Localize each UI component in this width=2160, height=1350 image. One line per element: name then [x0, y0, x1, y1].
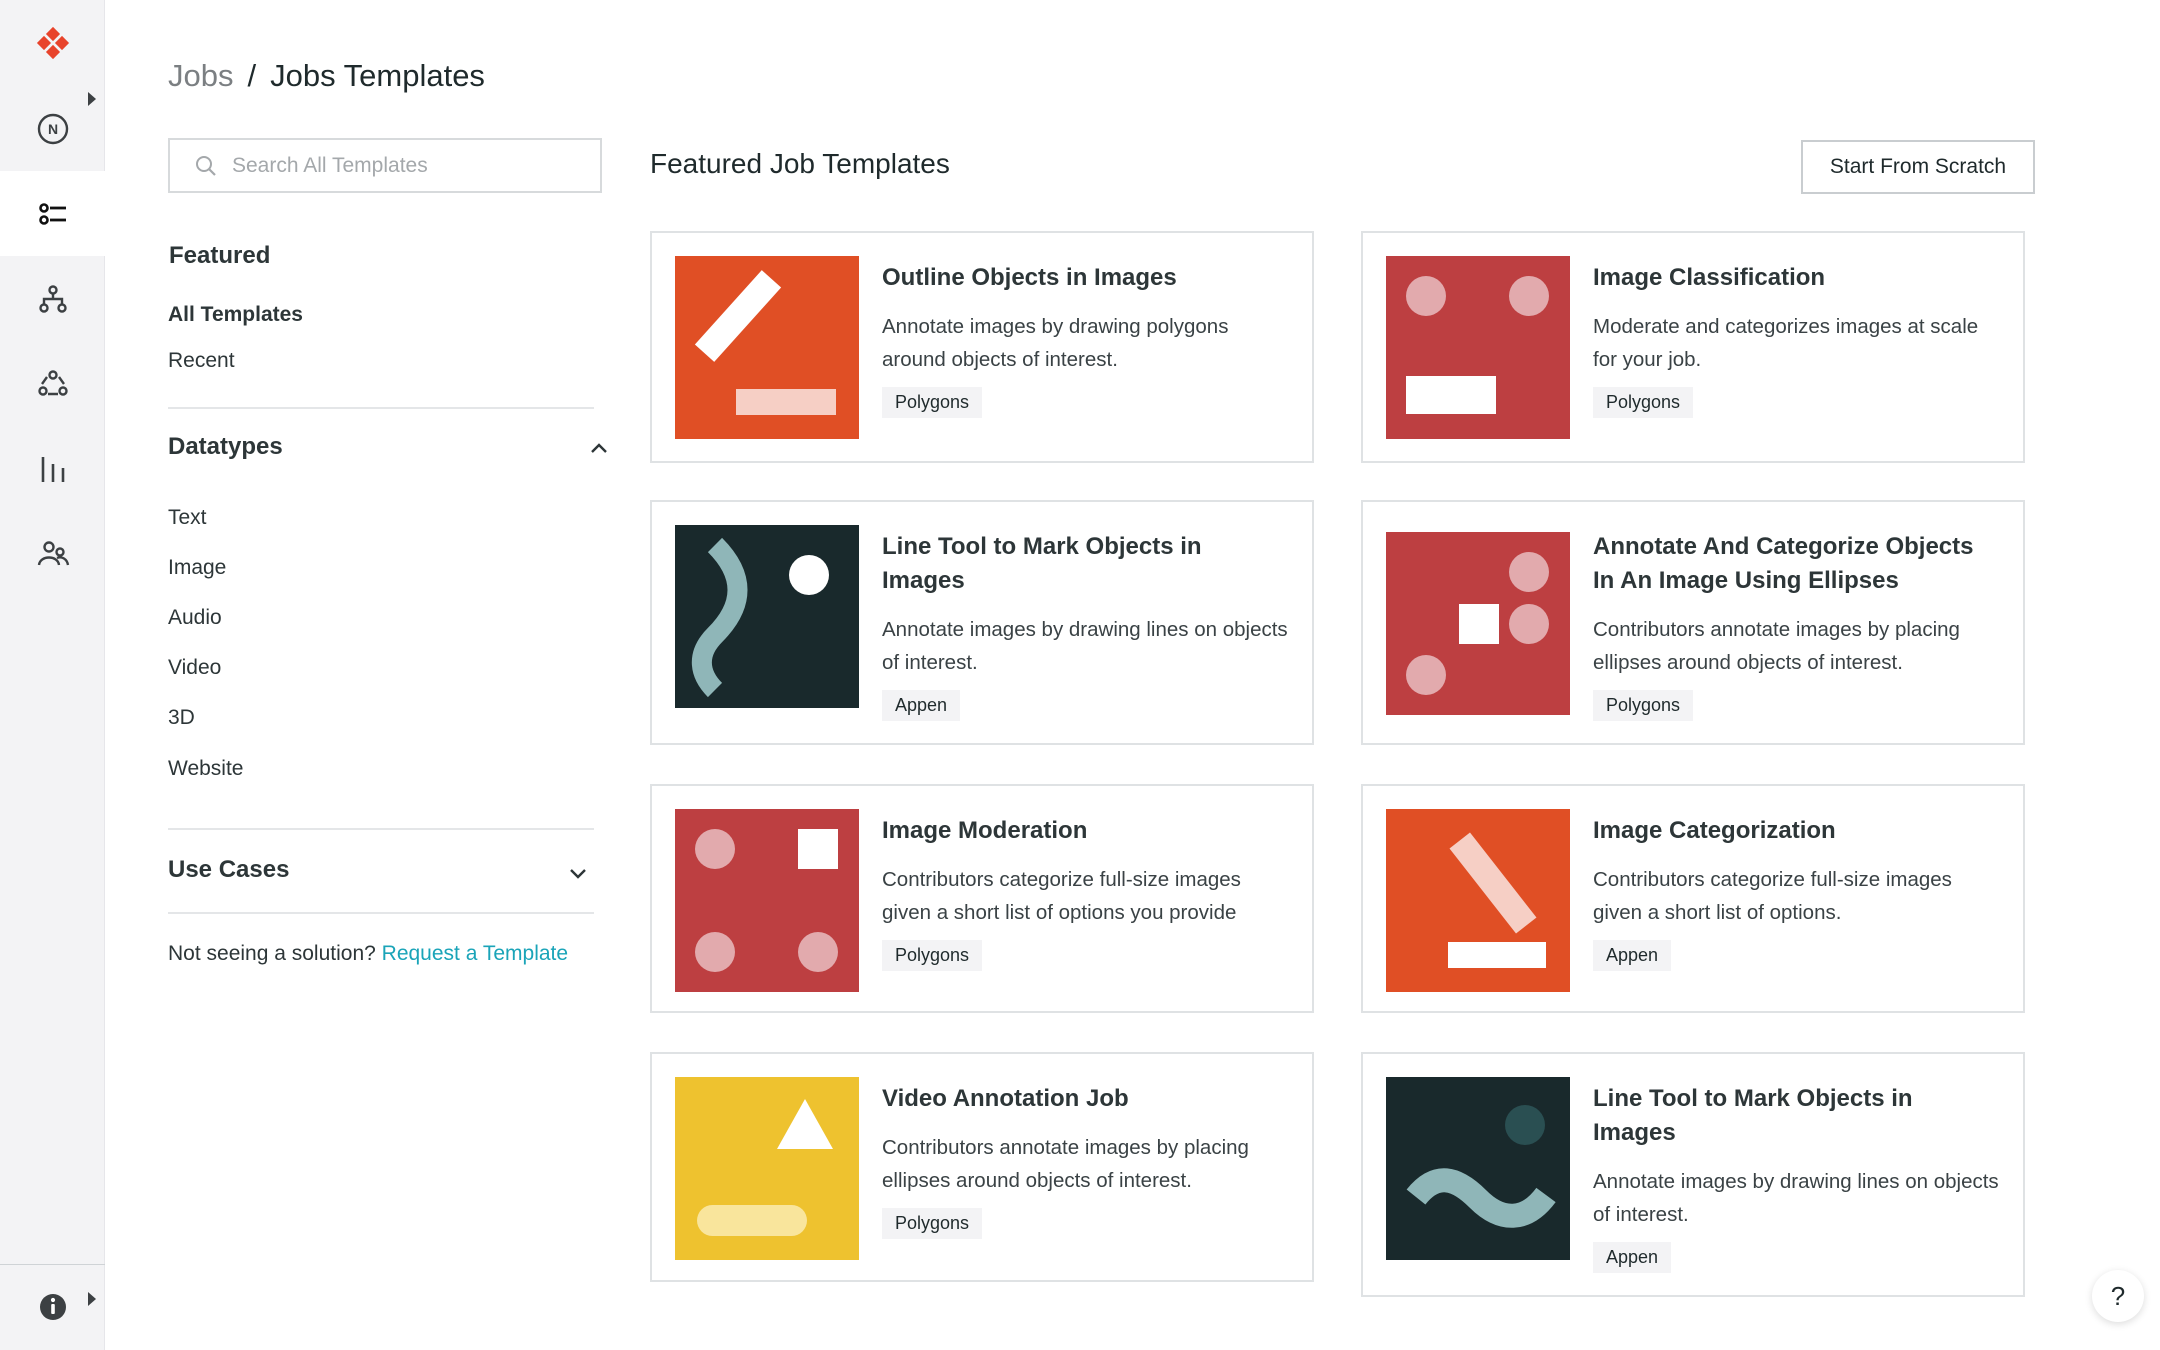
- card-tag: Polygons: [882, 1208, 983, 1239]
- card-tag: Appen: [1593, 1242, 1672, 1273]
- card-tag: Appen: [882, 690, 961, 721]
- chevron-up-icon[interactable]: [588, 437, 610, 459]
- featured-heading: Featured: [169, 242, 271, 269]
- card-description: Contributors categorize full-size images…: [882, 868, 1241, 924]
- filter-recent[interactable]: Recent: [168, 349, 235, 373]
- template-thumbnail: [675, 809, 859, 992]
- rail-item-info[interactable]: [0, 1264, 105, 1349]
- card-description: Contributors categorize full-size images…: [1593, 868, 1952, 924]
- ellipse-annotation-art-icon: [1386, 532, 1570, 715]
- template-thumbnail: [675, 525, 859, 708]
- card-tag: Polygons: [882, 387, 983, 418]
- card-tag: Polygons: [882, 940, 983, 971]
- start-from-scratch-button[interactable]: Start From Scratch: [1801, 140, 2035, 194]
- template-card[interactable]: Image Classification Moderate and catego…: [1361, 231, 2025, 463]
- card-title: Image Moderation: [882, 817, 1088, 844]
- datatype-video[interactable]: Video: [168, 656, 221, 680]
- template-thumbnail: [1386, 256, 1570, 439]
- template-thumbnail: [1386, 1077, 1570, 1260]
- rail-item-jobs[interactable]: [0, 171, 105, 256]
- datatype-image[interactable]: Image: [168, 556, 226, 580]
- notifications-n-icon: N: [37, 113, 68, 144]
- search-input[interactable]: [232, 153, 592, 178]
- card-description: Contributors annotate images by placing …: [1593, 618, 1960, 674]
- template-card[interactable]: Video Annotation Job Contributors annota…: [650, 1052, 1314, 1282]
- image-classification-art-icon: [1386, 256, 1570, 439]
- template-card[interactable]: Outline Objects in Images Annotate image…: [650, 231, 1314, 463]
- card-description: Moderate and categorizes images at scale…: [1593, 315, 1979, 371]
- datatypes-heading[interactable]: Datatypes: [168, 433, 283, 461]
- users-icon: [37, 540, 69, 565]
- jobs-list-icon: [38, 202, 66, 225]
- image-moderation-art-icon: [675, 809, 859, 992]
- breadcrumb-jobs-link[interactable]: Jobs: [168, 58, 233, 94]
- teams-network-icon: [37, 369, 68, 396]
- divider: [168, 828, 594, 830]
- rail-item-workflows[interactable]: [0, 256, 105, 341]
- template-card[interactable]: Line Tool to Mark Objects in Images Anno…: [650, 500, 1314, 745]
- rail-item-teams[interactable]: [0, 341, 105, 426]
- breadcrumb: Jobs / Jobs Templates: [168, 58, 485, 94]
- line-tool-wave-art-icon: [1386, 1077, 1570, 1260]
- card-description: Annotate images by drawing lines on obje…: [1593, 1170, 1999, 1226]
- card-title: Video Annotation Job: [882, 1085, 1129, 1112]
- card-title: Line Tool to Mark Objects in Images: [882, 533, 1202, 594]
- filter-all-templates[interactable]: All Templates: [168, 303, 303, 327]
- video-annotation-art-icon: [675, 1077, 859, 1260]
- featured-templates-heading: Featured Job Templates: [650, 148, 950, 179]
- analytics-bars-icon: [41, 456, 64, 482]
- datatype-audio[interactable]: Audio: [168, 606, 222, 630]
- request-template-link[interactable]: Request a Template: [382, 942, 568, 965]
- card-description: Annotate images by drawing polygons arou…: [882, 315, 1229, 371]
- card-tag: Polygons: [1593, 387, 1694, 418]
- template-card[interactable]: Line Tool to Mark Objects in Images Anno…: [1361, 1052, 2025, 1297]
- request-template-note: Not seeing a solution? Request a Templat…: [168, 942, 568, 966]
- card-title: Image Classification: [1593, 264, 1826, 291]
- help-button[interactable]: ?: [2092, 1270, 2144, 1322]
- template-card[interactable]: Image Moderation Contributors categorize…: [650, 784, 1314, 1013]
- template-thumbnail: [1386, 809, 1570, 992]
- appen-logo[interactable]: [0, 0, 105, 85]
- datatype-3d[interactable]: 3D: [168, 706, 195, 730]
- divider: [168, 912, 594, 914]
- chevron-down-icon[interactable]: [567, 862, 589, 884]
- template-thumbnail: [1386, 532, 1570, 715]
- app-nav-rail: N: [0, 0, 105, 1350]
- image-categorization-art-icon: [1386, 809, 1570, 992]
- card-title: Image Categorization: [1593, 817, 1836, 844]
- datatype-text[interactable]: Text: [168, 506, 207, 530]
- card-title: Outline Objects in Images: [882, 264, 1177, 291]
- card-description: Contributors annotate images by placing …: [882, 1136, 1249, 1192]
- footer-note-text: Not seeing a solution?: [168, 942, 376, 965]
- template-thumbnail: [675, 1077, 859, 1260]
- info-icon: [39, 1293, 66, 1320]
- search-icon: [196, 155, 216, 176]
- line-tool-art-icon: [675, 525, 859, 708]
- rail-item-notifications[interactable]: N: [0, 86, 105, 171]
- template-card[interactable]: Annotate And Categorize Objects In An Im…: [1361, 500, 2025, 745]
- rail-item-users[interactable]: [0, 511, 105, 596]
- rail-item-analytics[interactable]: [0, 426, 105, 511]
- card-tag: Polygons: [1593, 690, 1694, 721]
- card-tag: Appen: [1593, 940, 1672, 971]
- breadcrumb-separator: /: [247, 58, 257, 93]
- card-title: Annotate And Categorize Objects In An Im…: [1593, 533, 1974, 594]
- template-card[interactable]: Image Categorization Contributors catego…: [1361, 784, 2025, 1013]
- workflows-hierarchy-icon: [38, 284, 67, 313]
- card-description: Annotate images by drawing lines on obje…: [882, 618, 1288, 674]
- page-title: Jobs Templates: [270, 58, 485, 93]
- template-thumbnail: [675, 256, 859, 439]
- use-cases-heading[interactable]: Use Cases: [168, 856, 289, 884]
- datatype-website[interactable]: Website: [168, 757, 243, 781]
- search-box[interactable]: [168, 138, 602, 193]
- card-title: Line Tool to Mark Objects in Images: [1593, 1085, 1913, 1146]
- appen-logo-icon: [36, 26, 69, 59]
- outline-objects-art-icon: [675, 256, 859, 439]
- svg-text:N: N: [47, 121, 57, 137]
- divider: [168, 407, 594, 409]
